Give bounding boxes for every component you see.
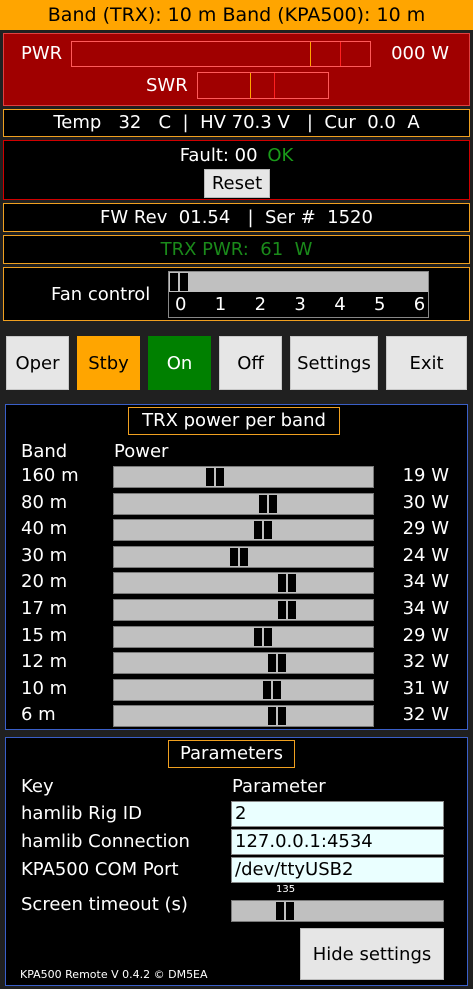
band-power-knob[interactable] [259,495,277,513]
power-swr-panel: PWR 000 W SWR [3,33,470,106]
exit-button[interactable]: Exit [386,336,467,390]
band-label: 20 m [21,571,68,592]
trx-power-text: TRX PWR: 61 W [160,239,313,260]
band-label: 17 m [21,598,68,619]
band-power-value: 29 W [402,518,449,539]
band-power-knob[interactable] [278,601,296,619]
band-power-knob[interactable] [263,681,281,699]
parameters-panel: Parameters Key Parameter hamlib Rig ID 2… [5,737,468,986]
band-power-slider[interactable] [113,599,374,621]
pwr-meter-tick-warn [310,42,311,66]
band-power-knob[interactable] [268,707,286,725]
band-power-value: 32 W [402,704,449,725]
fan-tick-label: 2 [254,294,267,315]
fan-slider-knob[interactable] [170,273,188,291]
band-power-value: 34 W [402,571,449,592]
fan-tick-label: 1 [214,294,227,315]
band-power-value: 31 W [402,678,449,699]
rig-id-input[interactable]: 2 [231,801,444,827]
band-power-slider[interactable] [113,519,374,541]
band-power-slider[interactable] [113,626,374,648]
firmware-panel: FW Rev 01.54 | Ser # 1520 [3,203,470,232]
telemetry-panel: Temp 32 C | HV 70.3 V | Cur 0.0 A [3,109,470,137]
fan-control-slider[interactable]: 0 1 2 3 4 5 6 [168,271,429,318]
band-power-knob[interactable] [254,521,272,539]
screen-timeout-label: Screen timeout (s) [21,894,188,915]
fan-tick-label: 5 [374,294,386,315]
fault-label: Fault: 00 [179,145,258,166]
band-power-slider[interactable] [113,546,374,568]
band-label: 40 m [21,518,68,539]
band-power-knob[interactable] [230,548,248,566]
band-power-knob[interactable] [254,628,272,646]
fan-tick-label: 6 [413,294,426,315]
swr-label: SWR [146,75,188,96]
pwr-meter-tick-max [340,42,341,66]
off-button[interactable]: Off [219,336,282,390]
band-label: 160 m [21,465,79,486]
screen-timeout-value: 135 [276,884,296,895]
fault-state: OK [267,145,294,166]
pwr-value: 000 W [391,43,449,64]
fan-tick-label: 0 [175,294,187,315]
band-power-value: 30 W [402,492,449,513]
band-power-knob[interactable] [206,468,224,486]
band-power-value: 24 W [402,545,449,566]
power-column-header: Power [114,441,169,462]
footer-version: KPA500 Remote V 0.4.2 © DM5EA [20,968,208,981]
key-column-header: Key [21,776,54,797]
telemetry-text: Temp 32 C | HV 70.3 V | Cur 0.0 A [53,112,420,133]
reset-button[interactable]: Reset [204,169,270,198]
band-power-title: TRX power per band [128,407,340,435]
band-power-value: 32 W [402,651,449,672]
band-power-value: 34 W [402,598,449,619]
oper-button[interactable]: Oper [6,336,69,390]
connection-label: hamlib Connection [21,831,190,852]
hide-settings-button[interactable]: Hide settings [300,928,444,980]
screen-timeout-slider[interactable]: 135 [231,884,444,923]
swr-meter [197,72,329,99]
band-power-slider[interactable] [113,466,374,488]
band-label: 10 m [21,678,68,699]
swr-meter-tick-warn [250,73,251,98]
com-port-label: KPA500 COM Port [21,859,179,880]
fault-panel: Fault: 00 OK Reset [3,140,470,200]
band-power-knob[interactable] [278,574,296,592]
band-label: 80 m [21,492,68,513]
band-power-panel: TRX power per band Band Power 160 m 19 W 8… [5,404,468,730]
pwr-meter [71,41,371,67]
firmware-text: FW Rev 01.54 | Ser # 1520 [100,207,373,228]
band-power-slider[interactable] [113,679,374,701]
band-power-value: 29 W [402,625,449,646]
band-status-bar: Band (TRX): 10 m Band (KPA500): 10 m [0,0,473,30]
com-port-input[interactable]: /dev/ttyUSB2 [231,857,444,883]
on-button[interactable]: On [148,336,211,390]
swr-meter-tick-max [274,73,275,98]
pwr-label: PWR [21,43,63,64]
band-power-slider[interactable] [113,572,374,594]
band-label: 15 m [21,625,68,646]
band-column-header: Band [21,441,68,462]
settings-button[interactable]: Settings [290,336,378,390]
connection-input[interactable]: 127.0.0.1:4534 [231,829,444,855]
band-power-knob[interactable] [268,654,286,672]
band-power-value: 19 W [402,465,449,486]
fan-control-panel: Fan control 0 1 2 3 4 5 6 [3,267,470,321]
trx-power-panel: TRX PWR: 61 W [3,235,470,264]
rig-id-label: hamlib Rig ID [21,803,142,824]
parameter-column-header: Parameter [232,776,326,797]
stby-button[interactable]: Stby [77,336,140,390]
band-power-slider[interactable] [113,652,374,674]
band-power-slider[interactable] [113,705,374,727]
band-label: 12 m [21,651,68,672]
screen-timeout-track[interactable] [231,900,444,922]
fan-tick-label: 4 [334,294,346,315]
band-label: 6 m [21,704,56,725]
band-label: 30 m [21,545,68,566]
fan-tick-label: 3 [294,294,306,315]
band-power-slider[interactable] [113,493,374,515]
fan-control-label: Fan control [51,284,151,305]
screen-timeout-knob[interactable] [276,902,294,920]
parameters-title: Parameters [168,740,295,768]
